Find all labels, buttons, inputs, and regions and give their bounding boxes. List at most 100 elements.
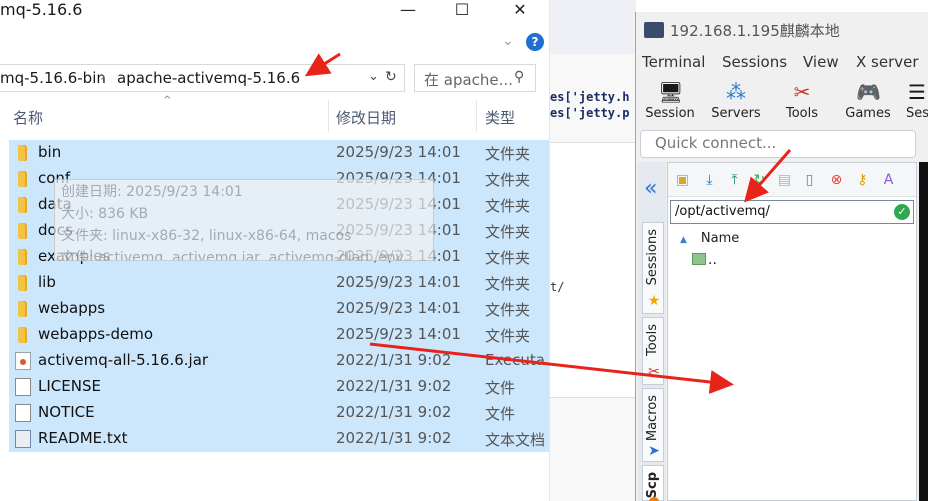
folder-icon xyxy=(18,275,27,291)
background-panel xyxy=(550,142,636,398)
file-row[interactable]: webapps-demo 2025/9/23 14:01 文件夹 xyxy=(9,322,549,348)
chevron-down-icon[interactable]: ⌄ xyxy=(502,33,514,49)
breadcrumb-segment-current[interactable]: apache-activemq-5.16.6 xyxy=(117,69,300,87)
checkmark-icon[interactable]: ✓ xyxy=(894,204,910,220)
file-type: 文件夹 xyxy=(485,197,531,215)
monitor-icon: 🖥 xyxy=(658,80,684,104)
tab-scp[interactable]: Scp ● xyxy=(642,465,664,501)
file-date: 2025/9/23 14:01 xyxy=(336,325,461,343)
folder-icon xyxy=(18,249,27,265)
code-line: es['jetty.h xyxy=(550,90,630,104)
folder-up-icon[interactable]: ▣ xyxy=(674,172,691,189)
file-type: 文件 xyxy=(485,405,516,423)
column-divider[interactable] xyxy=(328,100,329,132)
menu-x-server[interactable]: X server xyxy=(856,53,919,71)
tab-macros[interactable]: Macros ➤ xyxy=(642,388,664,462)
file-icon xyxy=(15,378,31,396)
file-type: Executab xyxy=(485,351,545,369)
new-file-icon[interactable]: ▯ xyxy=(801,172,818,189)
file-name: lib xyxy=(38,273,56,291)
menu-sessions[interactable]: Sessions xyxy=(722,53,787,71)
file-name: webapps xyxy=(38,299,106,317)
tab-label: Sessions xyxy=(645,229,660,286)
search-icon: ⚲ xyxy=(514,69,525,85)
collapse-panel-icon[interactable]: « xyxy=(644,178,657,200)
breadcrumb-segment-parent[interactable]: mq-5.16.6-bin xyxy=(0,69,106,87)
session-button[interactable]: 🖥 Session xyxy=(640,76,700,128)
file-row[interactable]: activemq-all-5.16.6.jar 2022/1/31 9:02 Exe… xyxy=(9,348,549,374)
column-divider[interactable] xyxy=(476,100,477,132)
terminal-area[interactable] xyxy=(919,162,928,501)
help-icon[interactable]: ? xyxy=(526,33,544,51)
quick-connect-input[interactable]: Quick connect... xyxy=(640,130,916,158)
key-icon[interactable]: ⚷ xyxy=(854,172,871,189)
tools-icon: ✂ xyxy=(648,364,660,380)
chevron-down-icon[interactable]: ⌄ xyxy=(368,69,379,84)
minimize-button[interactable]: — xyxy=(394,0,422,22)
refresh-icon[interactable]: ↻ xyxy=(751,172,768,189)
file-row[interactable]: README.txt 2022/1/31 9:02 文本文档 xyxy=(9,426,549,452)
file-type: 文件夹 xyxy=(485,171,531,189)
delete-icon[interactable]: ⊗ xyxy=(828,172,845,189)
file-explorer-window: mq-5.16.6 — ☐ ✕ ⌄ ? mq-5.16.6-bin › apac… xyxy=(0,0,549,501)
folder-icon xyxy=(18,301,27,317)
file-name: NOTICE xyxy=(38,403,95,421)
menu-view[interactable]: View xyxy=(803,53,839,71)
file-type: 文件夹 xyxy=(485,249,531,267)
file-row[interactable]: LICENSE 2022/1/31 9:02 文件 xyxy=(9,374,549,400)
download-icon[interactable]: ⤓ xyxy=(701,172,718,189)
file-row[interactable]: webapps 2025/9/23 14:01 文件夹 xyxy=(9,296,549,322)
folder-icon xyxy=(18,327,27,343)
folder-icon xyxy=(18,197,27,213)
text-icon[interactable]: A xyxy=(880,172,897,189)
close-button[interactable]: ✕ xyxy=(506,0,534,22)
menu-terminal[interactable]: Terminal xyxy=(642,53,705,71)
app-logo-icon xyxy=(644,22,664,38)
parent-directory-entry[interactable]: .. xyxy=(692,252,717,268)
column-header-date[interactable]: 修改日期 xyxy=(336,107,396,131)
servers-button[interactable]: ⁂ Servers xyxy=(706,76,766,128)
file-name: activemq-all-5.16.6.jar xyxy=(38,351,209,369)
file-row[interactable]: NOTICE 2022/1/31 9:02 文件 xyxy=(9,400,549,426)
text-file-icon xyxy=(15,430,31,448)
upload-icon[interactable]: ⤒ xyxy=(726,172,743,189)
search-input[interactable]: 在 apache... ⚲ xyxy=(414,64,536,92)
column-header-type[interactable]: 类型 xyxy=(485,107,515,131)
address-bar[interactable]: mq-5.16.6-bin › apache-activemq-5.16.6 ⌄… xyxy=(0,64,405,92)
file-row[interactable]: bin 2025/9/23 14:01 文件夹 xyxy=(9,140,549,166)
column-header-name[interactable]: ▲ Name xyxy=(680,231,739,246)
window-title: mq-5.16.6 xyxy=(0,0,83,19)
tools-button[interactable]: ✂ Tools xyxy=(772,76,832,128)
file-row[interactable]: lib 2025/9/23 14:01 文件夹 xyxy=(9,270,549,296)
refresh-icon[interactable]: ↻ xyxy=(385,69,397,85)
search-placeholder: 在 apache... xyxy=(424,71,513,89)
toolbar-label: Session xyxy=(645,106,695,121)
sftp-toolbar: ▣ ⤓ ⤒ ↻ ▤ ▯ ⊗ ⚷ A xyxy=(668,163,916,197)
folder-info-tooltip: 创建日期: 2025/9/23 14:01 大小: 836 KB 文件夹: li… xyxy=(54,179,434,261)
scp-icon: ● xyxy=(646,494,662,501)
file-date: 2022/1/31 9:02 xyxy=(336,429,452,447)
file-name: bin xyxy=(38,143,62,161)
tooltip-line: 大小: 836 KB xyxy=(61,206,149,222)
toolbar-label: Tools xyxy=(785,106,819,121)
maximize-button[interactable]: ☐ xyxy=(448,0,476,22)
tab-label: Macros xyxy=(645,395,660,442)
tooltip-line: 文件: activemq, activemq.jar, activemq-dia… xyxy=(61,250,404,261)
file-type: 文件夹 xyxy=(485,327,531,345)
sessions-toolbar-button[interactable]: ☰ Ses xyxy=(898,76,928,128)
tab-sessions[interactable]: Sessions ★ xyxy=(642,222,664,314)
file-date: 2022/1/31 9:02 xyxy=(336,351,452,369)
tooltip-line: 创建日期: 2025/9/23 14:01 xyxy=(61,184,243,200)
sort-caret-icon: ^ xyxy=(163,95,172,106)
code-line: es['jetty.p xyxy=(550,106,630,120)
games-button[interactable]: 🎮 Games xyxy=(838,76,898,128)
new-folder-icon[interactable]: ▤ xyxy=(776,172,793,189)
servers-icon: ⁂ xyxy=(726,80,746,104)
column-header-name[interactable]: 名称 xyxy=(13,107,43,131)
sort-ascending-icon: ▲ xyxy=(680,235,687,245)
remote-path-input[interactable]: /opt/activemq/ ✓ xyxy=(670,200,914,224)
gamepad-icon: 🎮 xyxy=(856,80,881,104)
breadcrumb-separator: › xyxy=(100,69,106,85)
tab-tools[interactable]: Tools ✂ xyxy=(642,317,664,385)
file-date: 2025/9/23 14:01 xyxy=(336,143,461,161)
